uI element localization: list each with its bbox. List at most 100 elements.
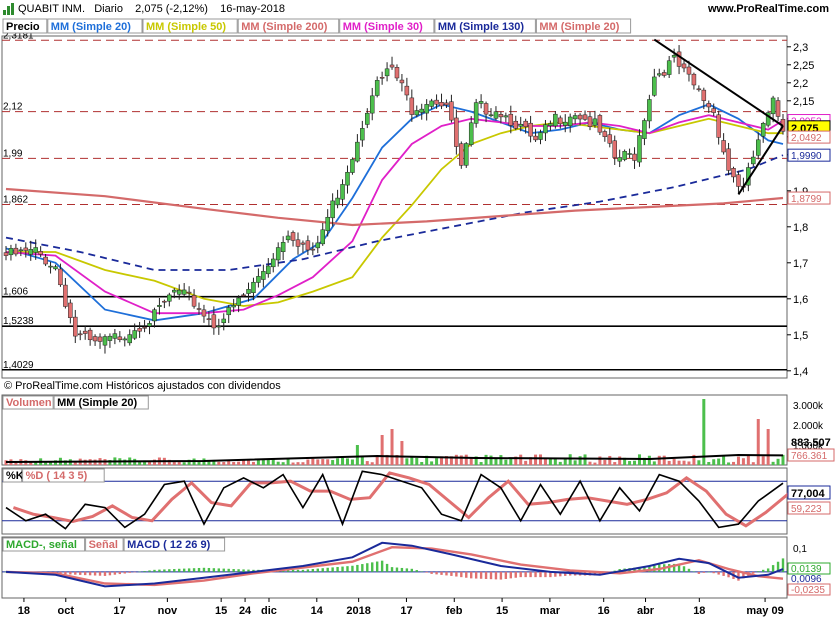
volume-bar <box>761 456 765 465</box>
macd-histogram-bar <box>163 569 166 572</box>
candle-body <box>275 247 281 261</box>
macd-histogram-bar <box>504 571 508 579</box>
candle-body <box>206 318 212 320</box>
macd-histogram-bar <box>103 571 107 576</box>
volume-bar <box>588 461 592 465</box>
volume-bar <box>717 458 721 465</box>
volume-bar <box>672 458 676 465</box>
candle-body <box>350 159 355 173</box>
x-axis-tick-label: mar <box>540 605 561 617</box>
macd-histogram-bar <box>371 562 374 572</box>
volume-last-value: 766.361 <box>791 451 828 462</box>
macd-histogram-bar <box>207 567 211 572</box>
volume-bar <box>578 456 582 465</box>
volume-bar <box>687 461 691 465</box>
macd-histogram-bar <box>316 568 319 572</box>
price-level-label: 1,99 <box>3 148 23 159</box>
candle-body <box>157 305 162 307</box>
macd-histogram-bar <box>133 571 136 573</box>
volume-y-tick-label: 3.000k <box>793 401 824 412</box>
volume-bar <box>534 454 538 465</box>
candle-body <box>355 141 360 162</box>
macd-histogram-bar <box>108 571 112 576</box>
candle-body <box>87 329 93 341</box>
macd-histogram-bar <box>79 571 82 575</box>
macd-histogram-bar <box>321 568 324 572</box>
macd-histogram-bar <box>187 568 191 572</box>
volume-bar <box>326 459 330 465</box>
volume-bar <box>633 460 637 465</box>
volume-bar <box>375 456 379 465</box>
volume-bar <box>712 459 716 465</box>
candle-body <box>325 216 330 232</box>
candle-body <box>340 184 345 200</box>
macd-histogram-bar <box>385 563 389 572</box>
volume-bar <box>538 454 542 465</box>
candle-body <box>58 268 63 286</box>
legend-label: MM (Simple 50) <box>146 21 226 33</box>
candle-body <box>602 131 608 137</box>
candle-body <box>686 66 692 75</box>
x-axis-tick-label: abr <box>637 605 655 617</box>
price-y-tick-label: 2,25 <box>793 60 814 72</box>
volume-bar <box>464 454 468 465</box>
macd-histogram-bar <box>168 569 171 572</box>
volume-bar <box>647 455 651 465</box>
price-value-label: 1,8799 <box>791 194 822 205</box>
candle-body <box>191 295 197 307</box>
candle-body <box>513 120 519 129</box>
macd-histogram-bar <box>687 568 691 572</box>
volume-ma-value: 883.507 <box>791 437 831 449</box>
volume-bar <box>291 462 295 465</box>
candle-body <box>285 235 291 241</box>
volume-bar <box>662 455 666 465</box>
volume-bar <box>232 461 236 465</box>
macd-histogram-bar <box>93 571 97 576</box>
macd-histogram-bar <box>484 571 488 579</box>
candle-body <box>33 247 38 253</box>
candle-body <box>553 113 558 127</box>
macd-histogram-bar <box>400 567 404 572</box>
macd-histogram-bar <box>415 570 418 572</box>
candle-body <box>82 330 88 334</box>
candle-body <box>533 135 538 141</box>
macd-histogram-bar <box>301 569 305 572</box>
candle-body <box>117 336 123 340</box>
candle-body <box>310 248 316 251</box>
candle-body <box>701 89 707 101</box>
macd-histogram-bar <box>529 571 532 578</box>
stoch-d-value: 59,223 <box>791 504 822 515</box>
candle-body <box>562 121 568 126</box>
candle-body <box>706 103 712 108</box>
volume-bar <box>435 458 439 465</box>
candle-body <box>261 271 266 280</box>
candle-body <box>751 156 756 165</box>
candle-body <box>246 289 251 294</box>
macd-histogram-bar <box>752 571 755 574</box>
candle-body <box>518 123 523 127</box>
candle-body <box>558 117 563 125</box>
candle-body <box>112 333 118 339</box>
x-axis-tick-label: 15 <box>215 605 227 617</box>
candle-body <box>637 135 642 163</box>
volume-bar <box>608 455 612 465</box>
volume-bar <box>405 458 409 465</box>
candle-body <box>152 309 157 322</box>
candle-body <box>394 67 400 79</box>
macd-histogram-bar <box>222 568 225 572</box>
macd-histogram-bar <box>123 571 126 574</box>
volume-bar <box>276 461 280 465</box>
volume-bar <box>484 454 488 465</box>
candle-body <box>107 335 113 341</box>
candle-body <box>23 247 29 251</box>
chart-canvas: 2,32,252,22,152,12,0521,91,81,71,61,51,4… <box>1 18 835 617</box>
candle-body <box>444 102 449 106</box>
candle-body <box>661 72 667 76</box>
candle-body <box>320 229 325 245</box>
legend-label: MM (Simple 200) <box>241 21 328 33</box>
candle-body <box>770 97 776 115</box>
volume-bar <box>702 399 706 465</box>
candle-body <box>498 114 504 118</box>
volume-bar <box>628 461 632 465</box>
volume-bar <box>469 458 473 465</box>
